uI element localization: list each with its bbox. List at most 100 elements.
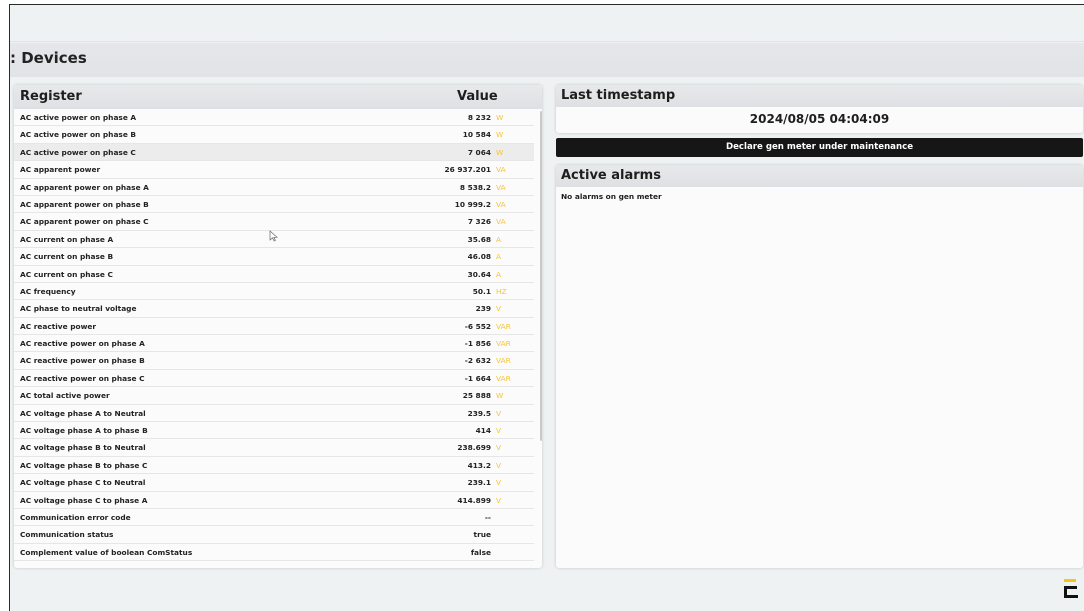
page-title: : Devices [10,49,87,67]
register-name: AC voltage phase C to Neutral [20,478,146,488]
register-name: AC phase to neutral voltage [20,304,137,314]
register-value: 10 999.2 [454,199,491,209]
register-unit: VA [496,182,506,192]
table-row[interactable]: AC voltage phase B to Neutral 238.699 V [14,439,534,457]
top-divider [10,41,1084,42]
register-value: false [470,547,491,557]
register-unit: A [496,234,502,244]
table-row[interactable]: Complement value of boolean ComStatus fal… [14,544,534,562]
register-name: AC total active power [20,391,110,401]
register-name: Complement value of boolean ComStatus [20,547,193,557]
register-value: -1 664 [464,373,491,383]
register-unit: V [496,478,502,488]
active-alarms-panel: Active alarms No alarms on gen meter [556,165,1083,568]
register-value: 46.08 [467,252,491,262]
register-value: 239.1 [467,478,491,488]
register-value: 50.1 [472,286,491,296]
table-row[interactable]: AC active power on phase A 8 232 W [14,109,534,127]
register-name: AC reactive power on phase A [20,339,145,349]
table-row[interactable]: AC reactive power on phase C -1 664 VAR [14,370,534,388]
register-unit: HZ [496,286,507,296]
register-unit: V [496,426,502,436]
register-name: AC reactive power [20,321,97,331]
table-row[interactable]: AC voltage phase A to phase B 414 V [14,422,534,440]
register-value: 239.5 [467,408,491,418]
table-row[interactable]: AC voltage phase C to phase A 414.899 V [14,492,534,509]
register-unit: VA [496,217,506,227]
last-timestamp-panel: Last timestamp 2024/08/05 04:04:09 [556,85,1083,133]
register-unit: A [496,269,502,279]
register-unit: V [496,408,502,418]
table-row[interactable]: AC total active power 25 888 W [14,387,534,405]
register-table-header: Register Value [14,85,542,109]
register-value: 8 232 [467,113,491,122]
register-table-panel: Register Value AC active power on phase … [14,85,542,568]
register-unit: VAR [496,356,511,366]
last-timestamp-title: Last timestamp [561,88,676,103]
table-row[interactable]: Communication error code -- [14,509,534,527]
table-row[interactable]: AC reactive power on phase B -2 632 VAR [14,352,534,370]
register-unit: A [496,252,502,262]
register-value: 7 326 [467,217,491,227]
column-header-register: Register [20,89,82,104]
table-row[interactable]: AC current on phase B 46.08 A [14,248,534,266]
register-value: 7 064 [467,147,491,157]
register-unit: VA [496,199,506,209]
mouse-pointer-icon [269,230,278,242]
table-row[interactable]: AC reactive power -6 552 VAR [14,318,534,336]
active-alarms-message: No alarms on gen meter [561,192,662,201]
register-unit: VAR [496,339,511,349]
declare-maintenance-button[interactable]: Declare gen meter under maintenance [556,138,1083,157]
register-unit: V [496,304,502,314]
register-name: AC apparent power on phase C [20,217,149,227]
table-row[interactable]: AC apparent power 26 937.201 VA [14,161,534,179]
table-row[interactable]: AC voltage phase A to Neutral 239.5 V [14,405,534,423]
table-row[interactable]: AC current on phase C 30.64 A [14,266,534,283]
table-row[interactable]: AC voltage phase C to Neutral 239.1 V [14,474,534,492]
register-name: AC voltage phase B to Neutral [20,443,146,453]
register-value: 239 [475,304,491,314]
last-timestamp-value: 2024/08/05 04:04:09 [749,112,890,126]
register-name: AC frequency [20,286,76,296]
register-name: AC reactive power on phase B [20,356,145,366]
table-row[interactable]: Communication status true [14,526,534,544]
register-table-scrollbar[interactable] [540,111,542,441]
app-frame: : Devices Register Value AC active power… [9,4,1084,611]
register-value: 413.2 [467,460,491,470]
register-name: AC voltage phase C to phase A [20,495,148,505]
register-value: -6 552 [464,321,491,331]
table-row[interactable]: AC reactive power on phase A -1 856 VAR [14,335,534,353]
table-row[interactable]: AC phase to neutral voltage 239 V [14,300,534,318]
register-rows: AC active power on phase A 8 232 W AC activ… [14,109,534,562]
register-value: true [473,530,491,540]
table-row[interactable]: AC active power on phase B 10 584 W [14,126,534,144]
register-value: 8 538.2 [459,182,491,192]
register-name: Communication status [20,530,114,540]
register-name: AC voltage phase A to Neutral [20,408,146,418]
register-unit: V [496,443,502,453]
register-value: 25 888 [462,391,491,401]
register-name: AC current on phase C [20,269,113,279]
table-row[interactable]: AC frequency 50.1 HZ [14,283,534,301]
register-name: AC voltage phase B to phase C [20,460,148,470]
register-name: AC apparent power [20,165,101,175]
register-name: Communication error code [20,512,131,522]
last-timestamp-header: Last timestamp [556,85,1083,107]
table-row[interactable]: AC apparent power on phase C 7 326 VA [14,213,534,231]
table-row[interactable]: AC voltage phase B to phase C 413.2 V [14,457,534,475]
active-alarms-header: Active alarms [556,165,1083,187]
title-bar [10,43,1084,77]
register-name: AC apparent power on phase B [20,199,149,209]
register-value: 238.699 [457,443,491,453]
register-unit: VAR [496,321,511,331]
table-row[interactable]: AC apparent power on phase B 10 999.2 VA [14,196,534,214]
register-name: AC active power on phase A [20,113,137,122]
column-header-value: Value [457,89,498,104]
register-unit: W [496,147,504,157]
brand-logo-icon [1064,579,1078,598]
register-value: 10 584 [462,130,491,140]
register-unit: V [496,460,502,470]
active-alarms-title: Active alarms [561,168,661,183]
table-row[interactable]: AC active power on phase C 7 064 W [14,143,534,162]
table-row[interactable]: AC apparent power on phase A 8 538.2 VA [14,179,534,196]
